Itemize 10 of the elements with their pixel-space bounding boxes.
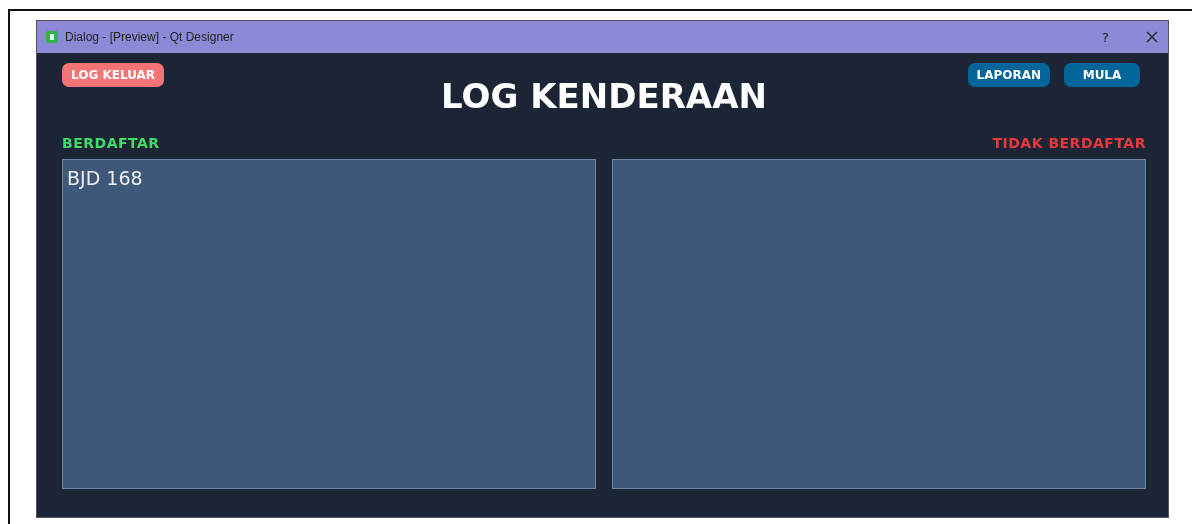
start-button[interactable]: MULA bbox=[1064, 63, 1140, 87]
close-icon[interactable] bbox=[1146, 31, 1158, 43]
list-label: TIDAK BERDAFTAR bbox=[991, 135, 1146, 153]
list-label: BERDAFTAR bbox=[62, 135, 161, 153]
list-item[interactable]: BJD 168 bbox=[67, 166, 143, 190]
window-title: Dialog - [Preview] - Qt Designer bbox=[65, 30, 235, 44]
page-heading: LOG KENDERAAN bbox=[441, 76, 767, 116]
app-icon bbox=[46, 31, 58, 43]
report-button[interactable]: LAPORAN bbox=[967, 63, 1050, 87]
help-button[interactable]: ? bbox=[1102, 29, 1109, 45]
